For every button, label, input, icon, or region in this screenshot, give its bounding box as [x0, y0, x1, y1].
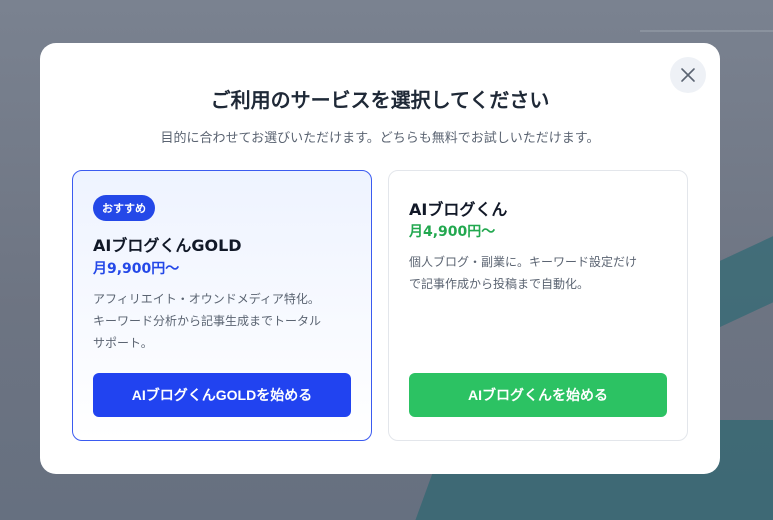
plan-name: AIブログくん	[409, 200, 508, 219]
plan-description: アフィリエイト・オウンドメディア特化。 キーワード分析から記事生成までトータル …	[93, 288, 355, 354]
service-select-modal: ご利用のサービスを選択してください 目的に合わせてお選びいただけます。どちらも無…	[40, 43, 720, 474]
recommended-badge: おすすめ	[93, 195, 155, 221]
plan-name: AIブログくんGOLD	[93, 236, 242, 255]
plan-description-line: サポート。	[93, 336, 153, 350]
plan-description-line: 個人ブログ・副業に。キーワード設定だけ	[409, 255, 638, 269]
plan-description-line: アフィリエイト・オウンドメディア特化。	[93, 292, 320, 306]
plan-description-line: で記事作成から投稿まで自動化。	[409, 277, 590, 291]
background-line	[640, 30, 773, 32]
start-standard-button[interactable]: AIブログくんを始める	[409, 373, 667, 417]
plan-price: 月4,900円〜	[409, 224, 496, 240]
close-icon	[681, 68, 695, 82]
modal-subtitle: 目的に合わせてお選びいただけます。どちらも無料でお試しいただけます。	[160, 131, 600, 146]
plan-price: 月9,900円〜	[93, 261, 180, 277]
plan-card-gold[interactable]: おすすめ AIブログくんGOLD 月9,900円〜 アフィリエイト・オウンドメデ…	[72, 170, 372, 441]
modal-title: ご利用のサービスを選択してください	[210, 88, 550, 112]
plan-description: 個人ブログ・副業に。キーワード設定だけ で記事作成から投稿まで自動化。	[409, 251, 671, 295]
plan-description-line: キーワード分析から記事生成までトータル	[93, 314, 322, 328]
plan-card-standard[interactable]: AIブログくん 月4,900円〜 個人ブログ・副業に。キーワード設定だけ で記事…	[388, 170, 688, 441]
start-gold-button[interactable]: AIブログくんGOLDを始める	[93, 373, 351, 417]
